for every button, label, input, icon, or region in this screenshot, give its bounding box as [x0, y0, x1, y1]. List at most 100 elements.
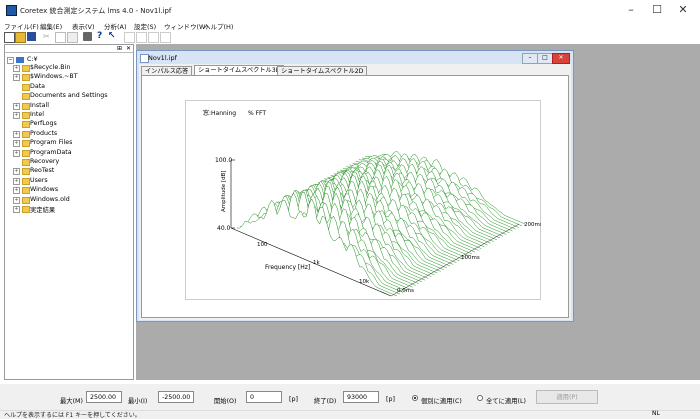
start-input[interactable]: 0 [246, 391, 282, 403]
tree-expand-icon[interactable]: + [13, 112, 20, 119]
tree-expand-icon[interactable]: + [13, 74, 20, 82]
pane-close-icon[interactable]: ✕ [126, 45, 131, 52]
child-window-title: Nov1l.ipf [148, 54, 177, 62]
tree-item[interactable]: Documents and Settings [30, 92, 108, 99]
tool-icon-4[interactable] [160, 32, 171, 43]
folder-icon [22, 102, 30, 110]
tree-item[interactable]: $Recycle.Bin [30, 64, 70, 71]
time-tick-label: 0.0ms [397, 288, 414, 294]
end-input[interactable]: 93000 [343, 391, 379, 403]
tree-item[interactable]: Data [30, 83, 45, 90]
tool-icon-1[interactable] [124, 32, 135, 43]
copy-icon[interactable] [55, 32, 66, 43]
tree-expand-icon[interactable]: + [13, 140, 20, 148]
tree-expand-icon[interactable]: + [13, 130, 20, 138]
child-minimize-button[interactable]: – [522, 53, 538, 64]
apply-all-radio[interactable] [477, 395, 483, 401]
folder-icon [22, 121, 30, 129]
start-unit: [p] [289, 396, 298, 403]
save-icon[interactable] [27, 32, 36, 41]
tool-icon-3[interactable] [148, 32, 159, 43]
drive-icon [16, 57, 24, 63]
end-unit: [p] [386, 396, 395, 403]
tree-item[interactable]: Intel [30, 111, 44, 118]
tree-item[interactable]: ProgramData [30, 149, 72, 156]
x-tick-label: 10k [359, 279, 370, 285]
tree-item[interactable]: PerfLogs [30, 120, 57, 127]
tree-item[interactable]: $Windows.~BT [30, 73, 78, 80]
tree-expand-icon[interactable]: + [13, 102, 20, 110]
close-button[interactable]: ✕ [668, 3, 698, 17]
tree-root-label[interactable]: C:¥ [27, 56, 38, 63]
x-axis-label: Frequency [Hz] [265, 264, 310, 271]
tree-collapse-icon[interactable]: − [7, 57, 14, 64]
tree-item[interactable]: Install [30, 102, 49, 109]
tree-item[interactable]: Windows [30, 186, 58, 193]
tree-expand-icon[interactable]: + [13, 206, 20, 213]
context-help-icon[interactable]: ↖ [108, 32, 117, 41]
folder-icon [22, 159, 30, 166]
tree-expand-icon[interactable]: + [13, 149, 20, 157]
tree-expand-icon[interactable]: + [13, 196, 20, 204]
max-input[interactable]: 2500.00 [86, 391, 122, 403]
status-indicator: NL [652, 410, 660, 417]
x-tick-label: 100 [257, 242, 268, 248]
tree-expand-icon[interactable]: + [13, 177, 20, 185]
cut-icon[interactable]: ✂ [43, 32, 52, 41]
print-icon[interactable] [83, 32, 92, 41]
open-folder-icon[interactable] [15, 32, 26, 43]
new-file-icon[interactable] [4, 32, 15, 43]
paste-icon[interactable] [67, 32, 78, 43]
apply-individual-radio[interactable] [412, 395, 418, 401]
help-icon[interactable]: ? [97, 32, 106, 41]
tree-item[interactable]: Products [30, 130, 57, 137]
menu-analysis[interactable]: 分析(A) [104, 21, 127, 31]
surface-plot [236, 151, 526, 297]
tree-item[interactable]: ReoTest [30, 167, 54, 174]
menu-settings[interactable]: 設定(S) [134, 21, 156, 31]
start-label: 開始(O) [214, 398, 237, 405]
app-icon [6, 5, 17, 16]
folder-icon [22, 112, 30, 119]
tree-expand-icon[interactable]: + [13, 65, 20, 72]
folder-icon [22, 196, 30, 204]
apply-all-label[interactable]: 全てに適用(L) [486, 396, 526, 405]
menu-window[interactable]: ウィンドウ(W) [164, 21, 208, 31]
folder-icon [22, 168, 30, 176]
folder-icon [22, 149, 30, 157]
end-label: 終了(D) [314, 398, 337, 405]
menu-file[interactable]: ファイル(F) [4, 21, 39, 31]
tree-expand-icon[interactable]: + [13, 187, 20, 195]
apply-button[interactable]: 適用(P) [536, 390, 598, 404]
fft-annotation: % FFT [248, 110, 266, 117]
min-input[interactable]: -2500.00 [158, 391, 194, 403]
window-annotation: 窓:Hanning [203, 109, 236, 117]
apply-individual-label[interactable]: 個別に適用(C) [421, 396, 462, 405]
pane-pin-icon[interactable]: ⊞ [117, 45, 122, 52]
z-tick-label: 100.0 [215, 157, 232, 164]
folder-icon [22, 187, 30, 195]
tree-item[interactable]: Recovery [30, 158, 59, 165]
folder-icon [22, 130, 30, 138]
tree-item[interactable]: Program Files [30, 139, 72, 146]
menu-view[interactable]: 表示(V) [72, 21, 95, 31]
tree-item[interactable]: 実定結果 [30, 205, 55, 214]
folder-icon [22, 65, 30, 72]
window-title: Coretex 統合測定システム lms 4.0 - Nov1l.ipf [20, 7, 172, 15]
menu-edit[interactable]: 編集(E) [40, 21, 62, 31]
z-axis-label: Amplitude [dB] [221, 171, 227, 213]
child-maximize-button[interactable]: □ [537, 53, 553, 64]
spectrum-3d-chart: 窓:Hanning % FFT 100.0 40.0 Amplitude [dB… [203, 109, 541, 297]
folder-icon [22, 74, 30, 82]
tree-item[interactable]: Users [30, 177, 48, 184]
x-tick-label: 1k [313, 260, 320, 266]
tree-item[interactable]: Windows.old [30, 196, 70, 203]
menu-help[interactable]: ヘルプ(H) [204, 21, 233, 31]
drive-combo[interactable] [5, 45, 133, 53]
folder-icon [22, 140, 30, 148]
folder-icon [22, 177, 30, 185]
z-tick-label: 40.0 [217, 225, 231, 232]
child-close-button[interactable]: ✕ [552, 53, 570, 64]
tree-expand-icon[interactable]: + [13, 168, 20, 176]
tool-icon-2[interactable] [136, 32, 147, 43]
